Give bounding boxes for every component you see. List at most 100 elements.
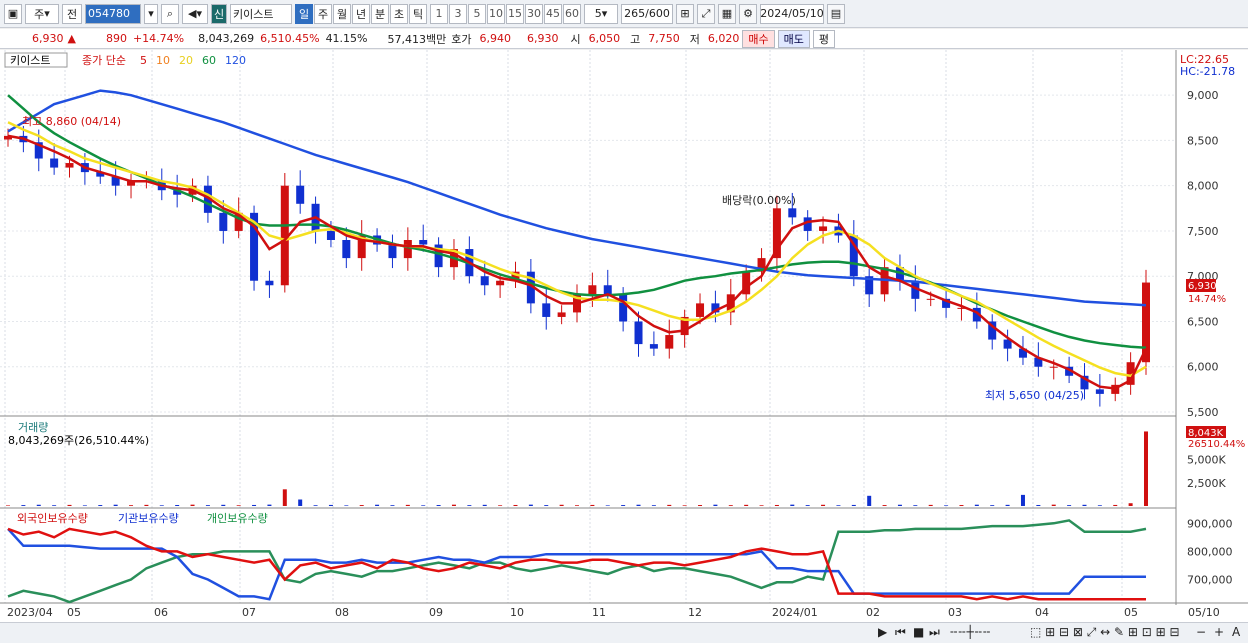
interval-button[interactable]: 45 xyxy=(544,3,562,24)
candle-body xyxy=(696,303,705,317)
calendar-icon[interactable]: ▤ xyxy=(827,3,845,24)
forward-icon[interactable]: ⏭ xyxy=(929,625,940,640)
tools-icons[interactable]: ⬚ ⊞ ⊟ ⊠ ⤢ ↔ ✎ ⊞ ⊡ ⊞ ⊟ xyxy=(1030,625,1180,640)
volume-bar xyxy=(390,505,395,506)
change-percent: +14.74% xyxy=(132,32,185,45)
zoom-out-icon[interactable]: − xyxy=(1196,625,1206,639)
volume-bar xyxy=(52,505,57,506)
volume-bar xyxy=(205,505,210,506)
volume-bar xyxy=(82,505,87,506)
scroll-right-icon[interactable]: ▶ xyxy=(878,625,887,639)
chart-type-icon[interactable]: ⊞ xyxy=(676,3,694,24)
interval-select[interactable]: 5 ▾ xyxy=(584,3,618,24)
volume-bar xyxy=(344,505,349,506)
holding-y-tick: 700,000 xyxy=(1187,574,1233,587)
volume-bar xyxy=(67,504,72,506)
volume-bar xyxy=(851,504,856,506)
holding-y-tick: 800,000 xyxy=(1187,545,1233,558)
volume-bar xyxy=(467,505,472,506)
search-icon[interactable]: ⌕ xyxy=(161,3,179,24)
period-tab[interactable]: 틱 xyxy=(409,3,427,24)
candle-body xyxy=(65,163,74,168)
volume-bar xyxy=(1113,504,1118,506)
volume-bar xyxy=(605,505,610,506)
market-select[interactable]: 주 ▾ xyxy=(25,3,59,24)
interval-button[interactable]: 3 xyxy=(449,3,467,24)
period-tab[interactable]: 초 xyxy=(390,3,408,24)
period-tab[interactable]: 주 xyxy=(314,3,332,24)
period-tab[interactable]: 분 xyxy=(371,3,389,24)
volume-bar xyxy=(974,504,979,506)
interval-button[interactable]: 5 xyxy=(468,3,486,24)
count-field[interactable]: 265/600 xyxy=(621,3,673,24)
interval-buttons: 1 3 5 10 15 30 45 60 xyxy=(430,3,581,24)
period-tab[interactable]: 년 xyxy=(352,3,370,24)
candle-body xyxy=(788,208,797,218)
volume-bar xyxy=(359,505,364,506)
volume-bar xyxy=(6,505,10,506)
rewind-icon[interactable]: ⏮ xyxy=(895,625,906,640)
volume-bar xyxy=(913,505,918,506)
volume-bar xyxy=(682,505,687,506)
candle-body xyxy=(557,312,566,317)
interval-button[interactable]: 1 xyxy=(430,3,448,24)
volume-bar xyxy=(313,505,318,506)
stock-code-input[interactable]: 054780 xyxy=(85,3,141,24)
price-y-tick: 7,500 xyxy=(1187,225,1219,238)
volume-bar xyxy=(621,505,626,506)
volume-last-pct: 26510.44% xyxy=(1188,439,1245,450)
code-dropdown-icon[interactable]: ▾ xyxy=(144,3,158,24)
candle-body xyxy=(634,321,643,345)
interval-button[interactable]: 60 xyxy=(563,3,581,24)
x-axis-label: 11 xyxy=(592,606,606,619)
settings-icon[interactable]: ⚙ xyxy=(739,3,757,24)
zoom-in-icon[interactable]: + xyxy=(1214,625,1224,639)
ma-legend-item: 10 xyxy=(156,54,170,67)
candle-body xyxy=(326,230,335,240)
volume-bar xyxy=(113,504,118,506)
volume-title: 거래량 xyxy=(18,421,48,434)
candle-body xyxy=(419,240,428,245)
volume-bar xyxy=(713,504,718,506)
font-size-icon[interactable]: A xyxy=(1232,625,1240,639)
window-icon[interactable]: ▣ xyxy=(4,3,22,24)
candle-body xyxy=(819,226,828,231)
price-type-select[interactable]: 전 xyxy=(62,3,82,24)
volume-bar xyxy=(267,504,272,506)
volume-bar xyxy=(759,505,764,506)
candle-body xyxy=(649,344,658,349)
volume-bar xyxy=(728,505,733,506)
volume-bar xyxy=(990,505,995,506)
speaker-icon[interactable]: ◀▾ xyxy=(182,3,208,24)
holding-y-tick: 900,000 xyxy=(1187,517,1233,530)
volume-readout: 8,043,269주(26,510.44%) xyxy=(8,434,149,447)
save-icon[interactable]: ▦ xyxy=(718,3,736,24)
change-value: 890 xyxy=(105,32,127,45)
sell-button[interactable]: 매도 xyxy=(777,29,810,48)
x-axis-label: 07 xyxy=(242,606,256,619)
volume-bar xyxy=(667,504,672,506)
last-pct-tag: 14.74% xyxy=(1188,294,1226,305)
date-field[interactable]: 2024/05/10 xyxy=(760,3,824,24)
volume-bar xyxy=(882,505,887,506)
draw-icon[interactable]: ⤢ xyxy=(697,3,715,24)
buy-button[interactable]: 매수 xyxy=(742,29,775,48)
avg-button[interactable]: 평 xyxy=(812,29,835,48)
volume-bar xyxy=(1128,503,1133,506)
current-price: 6,930 xyxy=(32,32,64,45)
x-axis-label: 05/10 xyxy=(1188,606,1220,619)
candle-body xyxy=(219,212,228,231)
interval-button[interactable]: 15 xyxy=(506,3,524,24)
volume-bar xyxy=(928,504,933,506)
zoom-slider[interactable]: ╌╌┼╌╌ xyxy=(950,625,991,639)
stock-chart[interactable]: 9,0008,5008,0007,5007,0006,5006,0005,500… xyxy=(0,50,1248,622)
candle-body xyxy=(588,285,597,295)
interval-button[interactable]: 30 xyxy=(525,3,543,24)
candle-body xyxy=(665,335,674,349)
volume-bar xyxy=(98,505,103,506)
stop-icon[interactable]: ■ xyxy=(913,625,924,639)
period-tab[interactable]: 월 xyxy=(333,3,351,24)
interval-button[interactable]: 10 xyxy=(487,3,505,24)
period-tab[interactable]: 일 xyxy=(295,3,313,24)
x-axis-label: 05 xyxy=(67,606,81,619)
